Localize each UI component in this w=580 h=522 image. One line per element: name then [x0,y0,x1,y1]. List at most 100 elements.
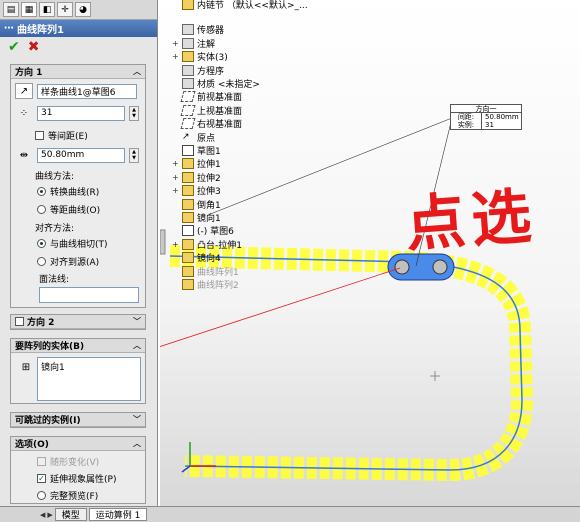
collapse-icon[interactable]: ︿ [133,340,141,351]
reverse-direction-icon[interactable]: ↗ [15,83,33,99]
tree-item[interactable]: + 注解 [172,37,215,50]
full-preview-radio[interactable] [37,491,46,500]
part-icon [182,185,194,197]
tree-item-label: 前视基准面 [197,93,243,104]
curve-pattern-icon: ⋯ [4,23,14,34]
expand-icon[interactable]: + [172,240,179,249]
transform-curve-radio[interactable] [37,187,46,196]
spacing-callout[interactable]: 方向一 间距: 50.80mm 实例: 31 [450,104,522,130]
prev-tab-icon[interactable]: ◀ [40,511,45,519]
tree-item-label: 曲线阵列2 [197,281,239,291]
part-icon [182,279,194,290]
tree-item[interactable]: + 拉伸1 [172,157,221,170]
tree-item[interactable]: 右视基准面 [172,117,242,130]
property-manager: ▤ ▦ ◧ ✛ ◕ ⋯ 曲线阵列1 ✔ ✖ 方向 1 ︿ ↗ 样条曲线1@草图6… [0,0,158,508]
pm-title-bar: ⋯ 曲线阵列1 [0,20,157,37]
tree-item[interactable]: ↗ 原点 [172,131,215,144]
tab-motion-study[interactable]: 运动算例 1 [88,508,148,521]
direction1-group: 方向 1 ︿ ↗ 样条曲线1@草图6 ⁘ 31 ▲ ▼ 等间距(E) ⇹ 50.8… [10,64,146,308]
part-icon [182,252,194,264]
propertymanager-icon[interactable]: ▦ [21,2,37,17]
callout-instances-value[interactable]: 31 [481,121,494,129]
expand-icon[interactable]: + [172,52,179,61]
plane-icon [180,104,196,116]
direction2-header[interactable]: 方向 2 ﹀ [11,315,145,329]
align-to-seed-radio[interactable] [37,257,46,266]
configuration-icon[interactable]: ◧ [39,2,55,17]
featuremanager-icon[interactable]: ▤ [3,2,19,17]
part-icon [182,51,194,63]
tree-item[interactable]: 内链节 （默认<<默认>_... [172,0,308,11]
expand-icon[interactable]: ﹀ [133,414,141,425]
options-group: 选项(O) ︿ 随形变化(V) ✓ 延伸视象属性(P) 完整预览(F) [10,436,146,504]
tree-item[interactable]: 曲线阵列2 [172,278,239,291]
part-icon [182,171,194,183]
spacing-row: ⇹ 50.80mm ▲ ▼ [15,147,139,163]
tree-item[interactable]: (-) 草图6 [172,224,234,237]
panel-splitter[interactable] [160,229,166,255]
ok-button[interactable]: ✔ [8,39,20,55]
display-icon[interactable]: ◕ [75,2,91,17]
dimxpert-icon[interactable]: ✛ [57,2,73,17]
direction2-checkbox[interactable] [15,317,24,326]
spacing-spinner[interactable]: ▲ ▼ [129,147,139,163]
tree-item-label: 镜向1 [197,214,221,224]
tree-item[interactable]: 倒角1 [172,198,221,211]
expand-icon[interactable]: + [172,173,179,182]
callout-title: 方向一 [451,105,521,113]
instances-input[interactable]: 31 [37,105,125,121]
skip-header[interactable]: 可跳过的实例(I) ﹀ [11,413,145,427]
tangent-radio[interactable] [37,239,46,248]
options-header[interactable]: 选项(O) ︿ [11,437,145,451]
expand-icon[interactable]: + [172,39,179,48]
spacing-input[interactable]: 50.80mm [37,147,125,163]
expand-icon[interactable]: + [172,159,179,168]
pattern-direction-field[interactable]: 样条曲线1@草图6 [37,83,137,99]
bottom-tab-bar: ◀ ▶ 模型 运动算例 1 [0,506,580,522]
next-tab-icon[interactable]: ▶ [47,511,52,519]
tree-item[interactable]: 镜向1 [172,211,221,224]
tree-item[interactable]: + 凸台-拉伸1 [172,238,242,251]
tree-item[interactable]: 方程序 [172,64,224,77]
face-normal-field[interactable] [39,287,139,303]
curve-method-label-row: 曲线方法: [35,169,74,182]
tree-item[interactable]: + 拉伸2 [172,171,221,184]
collapse-icon[interactable]: ︿ [133,66,141,77]
tree-item[interactable]: + 实体(3) [172,50,228,63]
curve-method-opt1[interactable]: 转换曲线(R) [37,185,99,198]
features-list-item[interactable]: 镜向1 [41,360,65,373]
expand-icon[interactable]: ﹀ [133,316,141,327]
tree-item-label: 实体(3) [197,53,228,64]
tree-item[interactable]: 材质 <未指定> [172,77,260,90]
curve-method-opt2[interactable]: 等距曲线(O) [37,203,100,216]
tab-model[interactable]: 模型 [54,508,87,521]
offset-curve-radio[interactable] [37,205,46,214]
tree-item[interactable]: 镜向4 [172,251,221,264]
callout-spacing-value[interactable]: 50.80mm [481,113,519,121]
tree-item-label: 材质 <未指定> [197,80,260,90]
align-method-opt1[interactable]: 与曲线相切(T) [37,237,108,250]
equal-spacing-checkbox[interactable] [35,131,44,140]
collapse-icon[interactable]: ︿ [133,438,141,449]
direction1-header[interactable]: 方向 1 ︿ [11,65,145,79]
tree-item[interactable]: 上视基准面 [172,104,242,117]
tree-item[interactable]: 传感器 [172,23,224,36]
align-method-label-row: 对齐方法: [35,221,74,234]
align-method-opt2[interactable]: 对齐到源(A) [37,255,99,268]
features-header[interactable]: 要阵列的实体(B) ︿ [11,339,145,353]
vary-sketch-checkbox[interactable] [37,457,46,466]
tree-item-label: 凸台-拉伸1 [197,240,242,251]
tree-item[interactable]: 草图1 [172,144,221,157]
graphics-area[interactable]: 内链节 （默认<<默认>_... 传感器 + 注解 + 实体(3) 方程序 材质 <未指定> 前… [160,0,580,506]
full-preview-row: 完整预览(F) [37,489,98,502]
features-list[interactable]: 镜向1 [37,357,141,401]
propagate-checkbox[interactable]: ✓ [37,474,46,483]
tree-item[interactable]: 前视基准面 [172,90,242,103]
cancel-button[interactable]: ✖ [28,39,40,55]
instances-spinner[interactable]: ▲ ▼ [129,105,139,121]
tree-item[interactable]: + 拉伸3 [172,184,221,197]
sketch-icon [182,225,194,237]
tree-item-label: 拉伸1 [197,160,221,171]
expand-icon[interactable]: + [172,186,179,195]
tree-item[interactable]: 曲线阵列1 [172,265,239,278]
